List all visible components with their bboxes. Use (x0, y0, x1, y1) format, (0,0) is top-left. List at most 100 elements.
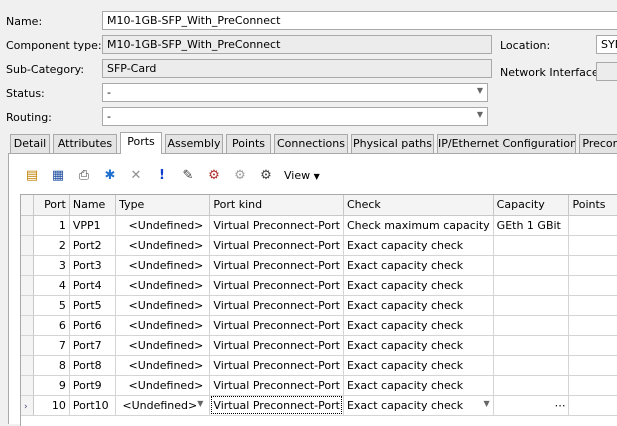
cell-points[interactable] (568, 375, 617, 396)
cell-check[interactable]: Exact capacity check (343, 235, 494, 256)
row-selector[interactable] (21, 235, 34, 256)
cell-name[interactable]: Port9 (69, 375, 117, 396)
cell-port-kind-focused[interactable]: Virtual Preconnect-Port (209, 395, 344, 416)
tab-detail[interactable]: Detail (10, 134, 50, 153)
column-header-port[interactable]: Port (33, 195, 70, 216)
cell-port[interactable]: 5 (33, 295, 70, 316)
column-header-type[interactable]: Type (115, 195, 211, 216)
cell-check[interactable]: Exact capacity check (343, 375, 494, 396)
cell-capacity[interactable]: ⋯ (493, 395, 570, 416)
port-settings-icon[interactable]: ⚙ (231, 167, 249, 185)
cell-name[interactable]: Port10 (69, 395, 117, 416)
cell-name[interactable]: Port4 (69, 275, 117, 296)
cell-type[interactable]: <Undefined> (115, 295, 211, 316)
table-row[interactable]: 7 Port7 <Undefined> Virtual Preconnect-P… (21, 335, 617, 356)
table-row[interactable]: 3 Port3 <Undefined> Virtual Preconnect-P… (21, 255, 617, 276)
cell-type[interactable]: <Undefined> (115, 275, 211, 296)
cell-port[interactable]: 10 (33, 395, 70, 416)
status-select[interactable]: - ▼ (102, 83, 488, 102)
cell-check[interactable]: Exact capacity check (343, 295, 494, 316)
cell-points[interactable] (568, 235, 617, 256)
cell-name[interactable]: Port3 (69, 255, 117, 276)
cell-port-kind[interactable]: Virtual Preconnect-Port (209, 295, 344, 316)
cell-name[interactable]: Port7 (69, 335, 117, 356)
cell-port-kind[interactable]: Virtual Preconnect-Port (209, 215, 344, 236)
cell-check[interactable]: Exact capacity check (343, 355, 494, 376)
cell-type[interactable]: <Undefined> (115, 215, 211, 236)
cell-name[interactable]: Port2 (69, 235, 117, 256)
cell-check[interactable]: Exact capacity check (343, 315, 494, 336)
table-row[interactable]: 8 Port8 <Undefined> Virtual Preconnect-P… (21, 355, 617, 376)
cell-capacity[interactable] (493, 235, 570, 256)
cell-name[interactable]: Port8 (69, 355, 117, 376)
cell-port[interactable]: 3 (33, 255, 70, 276)
cell-capacity[interactable] (493, 255, 570, 276)
cell-port[interactable]: 9 (33, 375, 70, 396)
cell-points[interactable] (568, 315, 617, 336)
star-icon[interactable]: ✱ (101, 167, 119, 185)
cell-check[interactable]: Exact capacity check (343, 255, 494, 276)
row-selector[interactable] (21, 335, 34, 356)
cell-capacity[interactable] (493, 275, 570, 296)
cell-points[interactable] (568, 295, 617, 316)
table-row[interactable]: 2 Port2 <Undefined> Virtual Preconnect-P… (21, 235, 617, 256)
tab-precon[interactable]: Precon (579, 134, 617, 153)
cell-port[interactable]: 1 (33, 215, 70, 236)
row-selector[interactable] (21, 315, 34, 336)
cell-check[interactable]: Exact capacity check ▼ (343, 395, 494, 416)
table-row[interactable]: 4 Port4 <Undefined> Virtual Preconnect-P… (21, 275, 617, 296)
network-interface-field[interactable] (596, 62, 617, 81)
cell-capacity[interactable] (493, 315, 570, 336)
cell-port-kind[interactable]: Virtual Preconnect-Port (209, 375, 344, 396)
cell-name[interactable]: Port5 (69, 295, 117, 316)
port-parameters-icon[interactable]: ⚙ (257, 167, 275, 185)
cell-port-kind[interactable]: Virtual Preconnect-Port (209, 275, 344, 296)
cell-points[interactable] (568, 335, 617, 356)
table-row[interactable]: 5 Port5 <Undefined> Virtual Preconnect-P… (21, 295, 617, 316)
cell-capacity[interactable] (493, 375, 570, 396)
row-selector-current[interactable]: › (21, 395, 34, 416)
cell-capacity[interactable] (493, 295, 570, 316)
chevron-down-icon[interactable]: ▼ (477, 86, 483, 95)
cell-port-kind[interactable]: Virtual Preconnect-Port (209, 355, 344, 376)
print-icon[interactable]: ⎙ (75, 167, 93, 185)
cell-capacity[interactable] (493, 335, 570, 356)
chevron-down-icon[interactable]: ▼ (477, 110, 483, 119)
view-menu-button[interactable]: View ▼ (284, 169, 320, 182)
cell-check[interactable]: Exact capacity check (343, 335, 494, 356)
cell-type[interactable]: <Undefined> (115, 235, 211, 256)
routing-select[interactable]: - ▼ (102, 107, 488, 126)
name-input[interactable]: M10-1GB-SFP_With_PreConnect (102, 11, 617, 30)
cell-type[interactable]: <Undefined> (115, 335, 211, 356)
cell-port-kind[interactable]: Virtual Preconnect-Port (209, 335, 344, 356)
cell-name[interactable]: Port6 (69, 315, 117, 336)
cell-port[interactable]: 6 (33, 315, 70, 336)
tab-ports[interactable]: Ports (120, 132, 162, 154)
chevron-down-icon[interactable]: ▼ (484, 399, 490, 408)
column-header-port-kind[interactable]: Port kind (209, 195, 344, 216)
cell-points[interactable] (568, 355, 617, 376)
row-selector[interactable] (21, 275, 34, 296)
delete-icon[interactable]: ✕ (127, 167, 145, 185)
cell-type[interactable]: <Undefined> ▼ (115, 395, 211, 416)
tab-physical-paths[interactable]: Physical paths (351, 134, 434, 153)
column-header-name[interactable]: Name (69, 195, 117, 216)
tab-connections[interactable]: Connections (274, 134, 348, 153)
cell-port[interactable]: 2 (33, 235, 70, 256)
cell-port[interactable]: 4 (33, 275, 70, 296)
cell-type[interactable]: <Undefined> (115, 375, 211, 396)
tab-ip-ethernet-configuration[interactable]: IP/Ethernet Configuration (437, 134, 576, 153)
tab-points[interactable]: Points (226, 134, 271, 153)
cell-points[interactable] (568, 395, 617, 416)
cell-points[interactable] (568, 255, 617, 276)
new-port-icon[interactable]: ▤ (23, 167, 41, 185)
cell-port-kind[interactable]: Virtual Preconnect-Port (209, 255, 344, 276)
table-row[interactable]: 6 Port6 <Undefined> Virtual Preconnect-P… (21, 315, 617, 336)
row-selector[interactable] (21, 375, 34, 396)
cell-type[interactable]: <Undefined> (115, 255, 211, 276)
cell-capacity[interactable] (493, 355, 570, 376)
cell-port-kind[interactable]: Virtual Preconnect-Port (209, 315, 344, 336)
pick-icon[interactable]: ✎ (179, 167, 197, 185)
tab-assembly[interactable]: Assembly (165, 134, 223, 153)
table-row[interactable]: 9 Port9 <Undefined> Virtual Preconnect-P… (21, 375, 617, 396)
